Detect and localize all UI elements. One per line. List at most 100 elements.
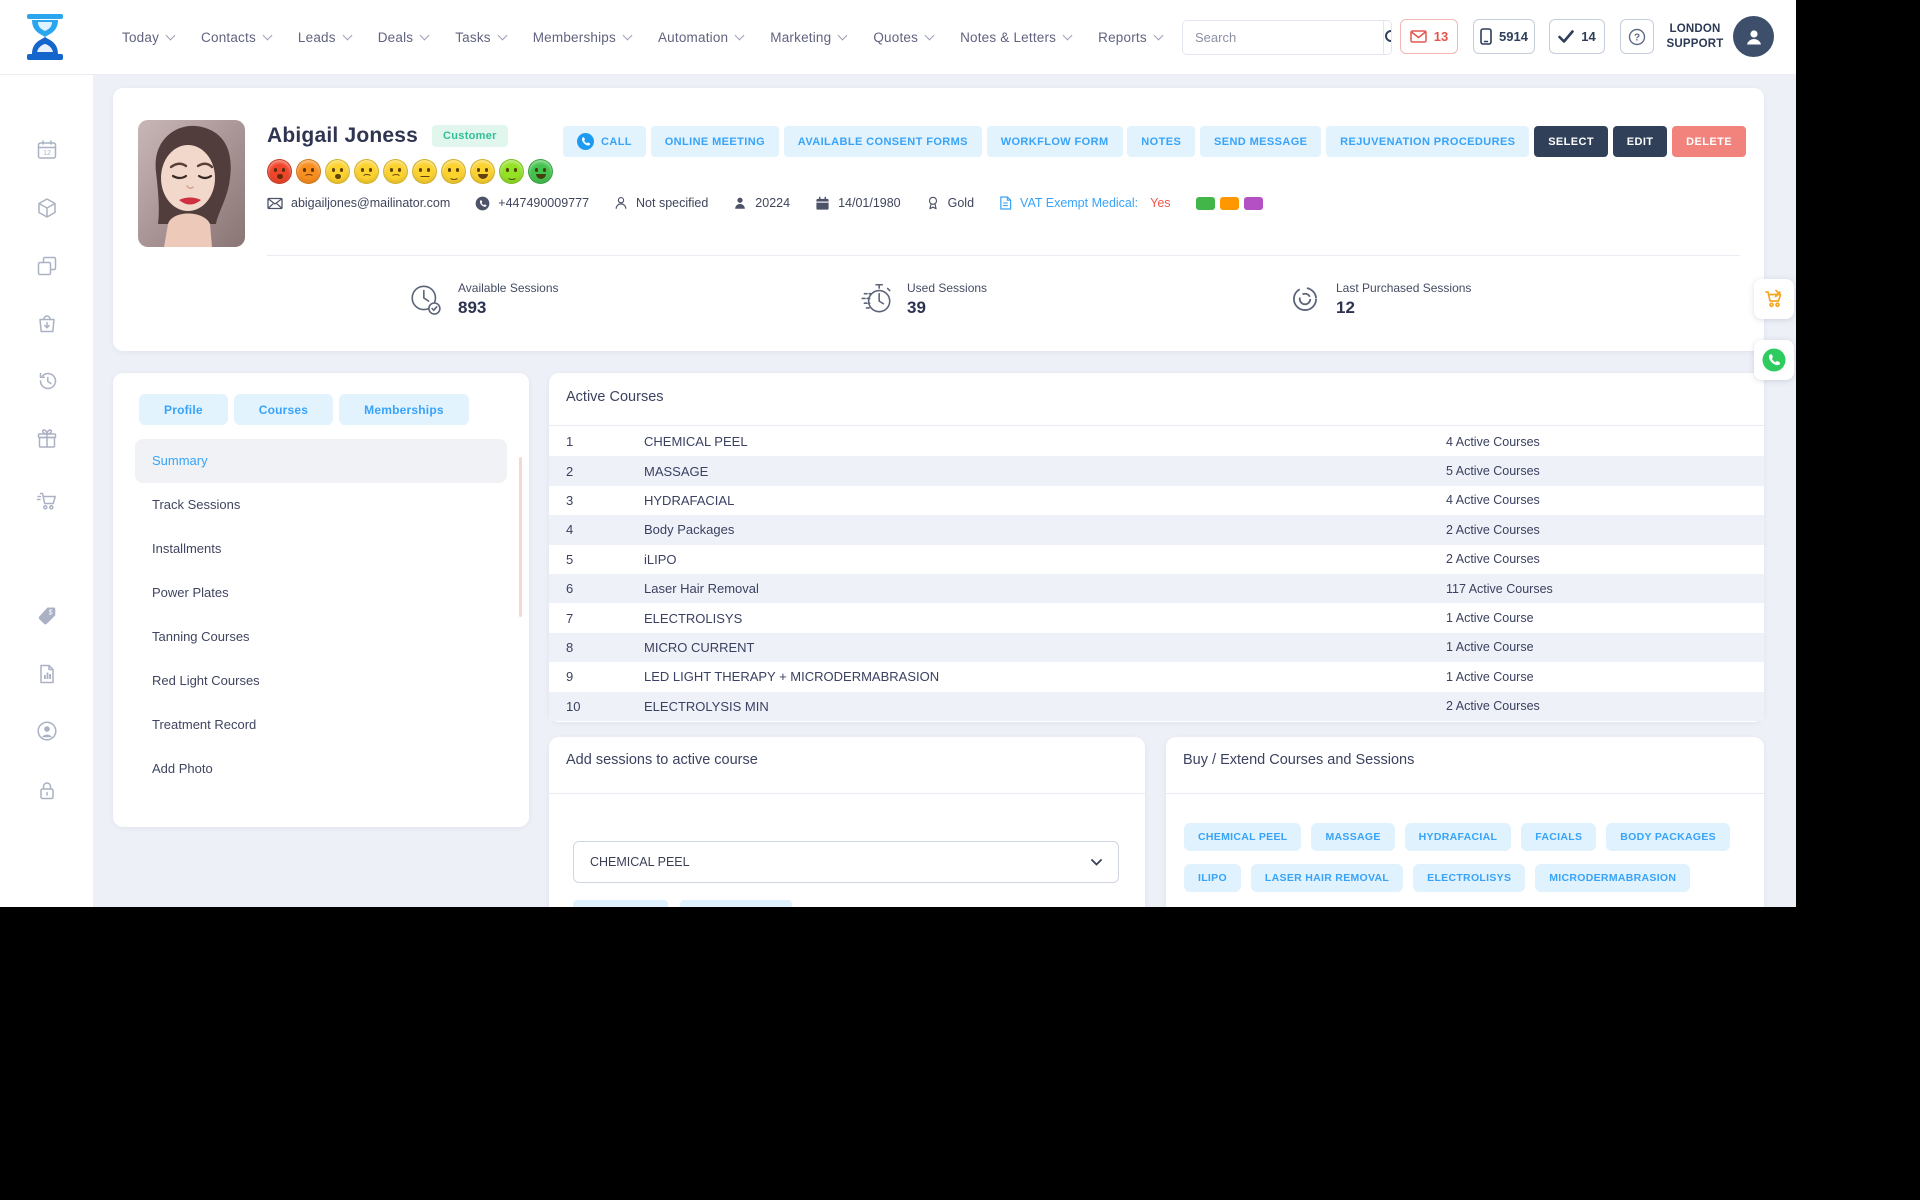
shopping-bag-icon[interactable]	[35, 311, 59, 335]
satisfaction-face-icon[interactable]	[325, 159, 350, 184]
profile-menu-item[interactable]: Tanning Courses	[135, 615, 507, 659]
satisfaction-face-icon[interactable]	[499, 159, 524, 184]
hourglass-logo-icon[interactable]	[24, 13, 66, 61]
course-chip[interactable]: BODY PACKAGES	[1606, 823, 1730, 851]
calls-counter[interactable]: 5914	[1473, 19, 1535, 54]
profile-action-button[interactable]: EDIT	[1612, 126, 1668, 157]
profile-menu-item[interactable]: Treatment Record	[135, 703, 507, 747]
course-chip[interactable]: ILIPO	[1184, 864, 1241, 892]
course-row[interactable]: 4 Body Packages 2 Active Courses	[549, 515, 1764, 545]
profile-menu-item[interactable]: Power Plates	[135, 571, 507, 615]
course-name: ELECTROLISYS	[644, 610, 743, 626]
quick-cart-button[interactable]	[1754, 279, 1794, 319]
course-row[interactable]: 8 MICRO CURRENT 1 Active Course	[549, 632, 1764, 663]
course-chip[interactable]: MICRODERMABRASION	[1535, 864, 1691, 892]
user-circle-icon[interactable]	[35, 719, 59, 743]
profile-action-button[interactable]: WORKFLOW FORM	[986, 126, 1123, 157]
nav-item[interactable]: Leads	[298, 30, 353, 45]
copy-pages-icon[interactable]	[35, 254, 59, 278]
chevron-down-icon	[734, 30, 745, 40]
nav-item[interactable]: Contacts	[201, 30, 273, 45]
nav-item[interactable]: Notes & Letters	[960, 30, 1073, 45]
check-icon	[1558, 30, 1575, 43]
shopping-cart-icon[interactable]	[35, 489, 59, 513]
profile-action-button[interactable]: ONLINE MEETING	[650, 126, 780, 157]
course-row[interactable]: 6 Laser Hair Removal 117 Active Courses	[549, 573, 1764, 604]
partial-button[interactable]	[573, 900, 668, 907]
course-chip[interactable]: LASER HAIR REMOVAL	[1250, 864, 1404, 892]
gift-icon[interactable]	[35, 427, 59, 451]
lock-icon[interactable]	[35, 779, 59, 803]
profile-action-button[interactable]: NOTES	[1127, 126, 1196, 157]
course-row[interactable]: 5 iLIPO 2 Active Courses	[549, 545, 1764, 574]
profile-action-button[interactable]: SEND MESSAGE	[1199, 126, 1322, 157]
search-input[interactable]	[1183, 21, 1383, 54]
course-count: 2 Active Courses	[1446, 699, 1540, 714]
nav-item[interactable]: Automation	[658, 30, 745, 45]
profile-menu-item[interactable]: Summary	[135, 439, 507, 483]
history-icon[interactable]	[35, 369, 59, 393]
nav-item[interactable]: Marketing	[770, 30, 848, 45]
course-row[interactable]: 10 ELECTROLYSIS MIN 2 Active Courses	[549, 691, 1764, 721]
course-row[interactable]: 2 MASSAGE 5 Active Courses	[549, 456, 1764, 486]
profile-action-button[interactable]: AVAILABLE CONSENT FORMS	[783, 126, 982, 157]
course-chip[interactable]: FACIALS	[1521, 823, 1597, 851]
profile-menu-item[interactable]: Track Sessions	[135, 483, 507, 527]
active-courses-card: Active Courses 1 CHEMICAL PEEL 4 Active …	[549, 373, 1764, 722]
nav-item[interactable]: Quotes	[873, 30, 935, 45]
price-tag-icon[interactable]: $	[35, 604, 59, 628]
user-avatar[interactable]	[1733, 16, 1774, 57]
course-row[interactable]: 9 LED LIGHT THERAPY + MICRODERMABRASION …	[549, 662, 1764, 691]
course-row[interactable]: 3 HYDRAFACIAL 4 Active Courses	[549, 486, 1764, 515]
profile-menu-item[interactable]: Red Light Courses	[135, 659, 507, 703]
menu-scrollbar[interactable]	[519, 457, 522, 617]
course-index: 10	[566, 698, 581, 714]
satisfaction-face-icon[interactable]	[354, 159, 379, 184]
nav-item[interactable]: Memberships	[533, 30, 633, 45]
profile-action-button[interactable]: DELETE	[1672, 126, 1746, 157]
calendar-12-icon[interactable]: 12	[35, 138, 59, 162]
course-select[interactable]: CHEMICAL PEEL	[573, 841, 1119, 883]
satisfaction-face-icon[interactable]	[412, 159, 437, 184]
course-chip[interactable]: ELECTROLISYS	[1413, 864, 1526, 892]
profile-menu-item[interactable]: Add Photo	[135, 747, 507, 791]
tasks-counter[interactable]: 14	[1549, 19, 1605, 54]
profile-action-button[interactable]: REJUVENATION PROCEDURES	[1326, 126, 1530, 157]
nav-item[interactable]: Tasks	[455, 30, 508, 45]
whatsapp-button[interactable]	[1754, 340, 1794, 380]
customer-photo[interactable]	[138, 120, 245, 247]
nav-item[interactable]: Today	[122, 30, 176, 45]
package-icon[interactable]	[35, 196, 59, 220]
satisfaction-face-icon[interactable]	[296, 159, 321, 184]
help-button[interactable]: ?	[1620, 19, 1654, 54]
course-row[interactable]: 7 ELECTROLISYS 1 Active Course	[549, 603, 1764, 632]
used-sessions-stat: Used Sessions 39	[857, 280, 987, 318]
profile-menu-item[interactable]: Installments	[135, 527, 507, 571]
app-window: Today Contacts Leads Deals Tasks Members…	[0, 0, 1796, 907]
profile-action-button[interactable]: CALL	[563, 126, 646, 157]
search-button[interactable]	[1383, 21, 1391, 54]
course-row[interactable]: 1 CHEMICAL PEEL 4 Active Courses	[549, 427, 1764, 456]
satisfaction-face-icon[interactable]	[441, 159, 466, 184]
nav-item[interactable]: Deals	[378, 30, 430, 45]
course-chip[interactable]: HYDRAFACIAL	[1404, 823, 1512, 851]
phone-item[interactable]: +447490009777	[475, 196, 589, 211]
course-chip[interactable]: MASSAGE	[1311, 823, 1395, 851]
sales-report-icon[interactable]	[35, 662, 59, 686]
profile-tab[interactable]: Memberships	[339, 394, 469, 425]
satisfaction-face-icon[interactable]	[267, 159, 292, 184]
satisfaction-face-icon[interactable]	[383, 159, 408, 184]
customer-type-badge: Customer	[432, 125, 508, 147]
satisfaction-face-icon[interactable]	[528, 159, 553, 184]
messages-counter[interactable]: 13	[1400, 19, 1458, 54]
profile-action-button[interactable]: SELECT	[1534, 126, 1608, 157]
vat-exempt-item: VAT Exempt Medical: Yes	[999, 195, 1171, 211]
profile-tab[interactable]: Courses	[233, 394, 334, 425]
email-item[interactable]: abigailjones@mailinator.com	[267, 196, 450, 211]
profile-tab[interactable]: Profile	[139, 394, 228, 425]
partial-button[interactable]	[680, 900, 792, 907]
chevron-down-icon	[622, 30, 633, 40]
nav-item[interactable]: Reports	[1098, 30, 1164, 45]
satisfaction-face-icon[interactable]	[470, 159, 495, 184]
course-chip[interactable]: CHEMICAL PEEL	[1184, 823, 1302, 851]
